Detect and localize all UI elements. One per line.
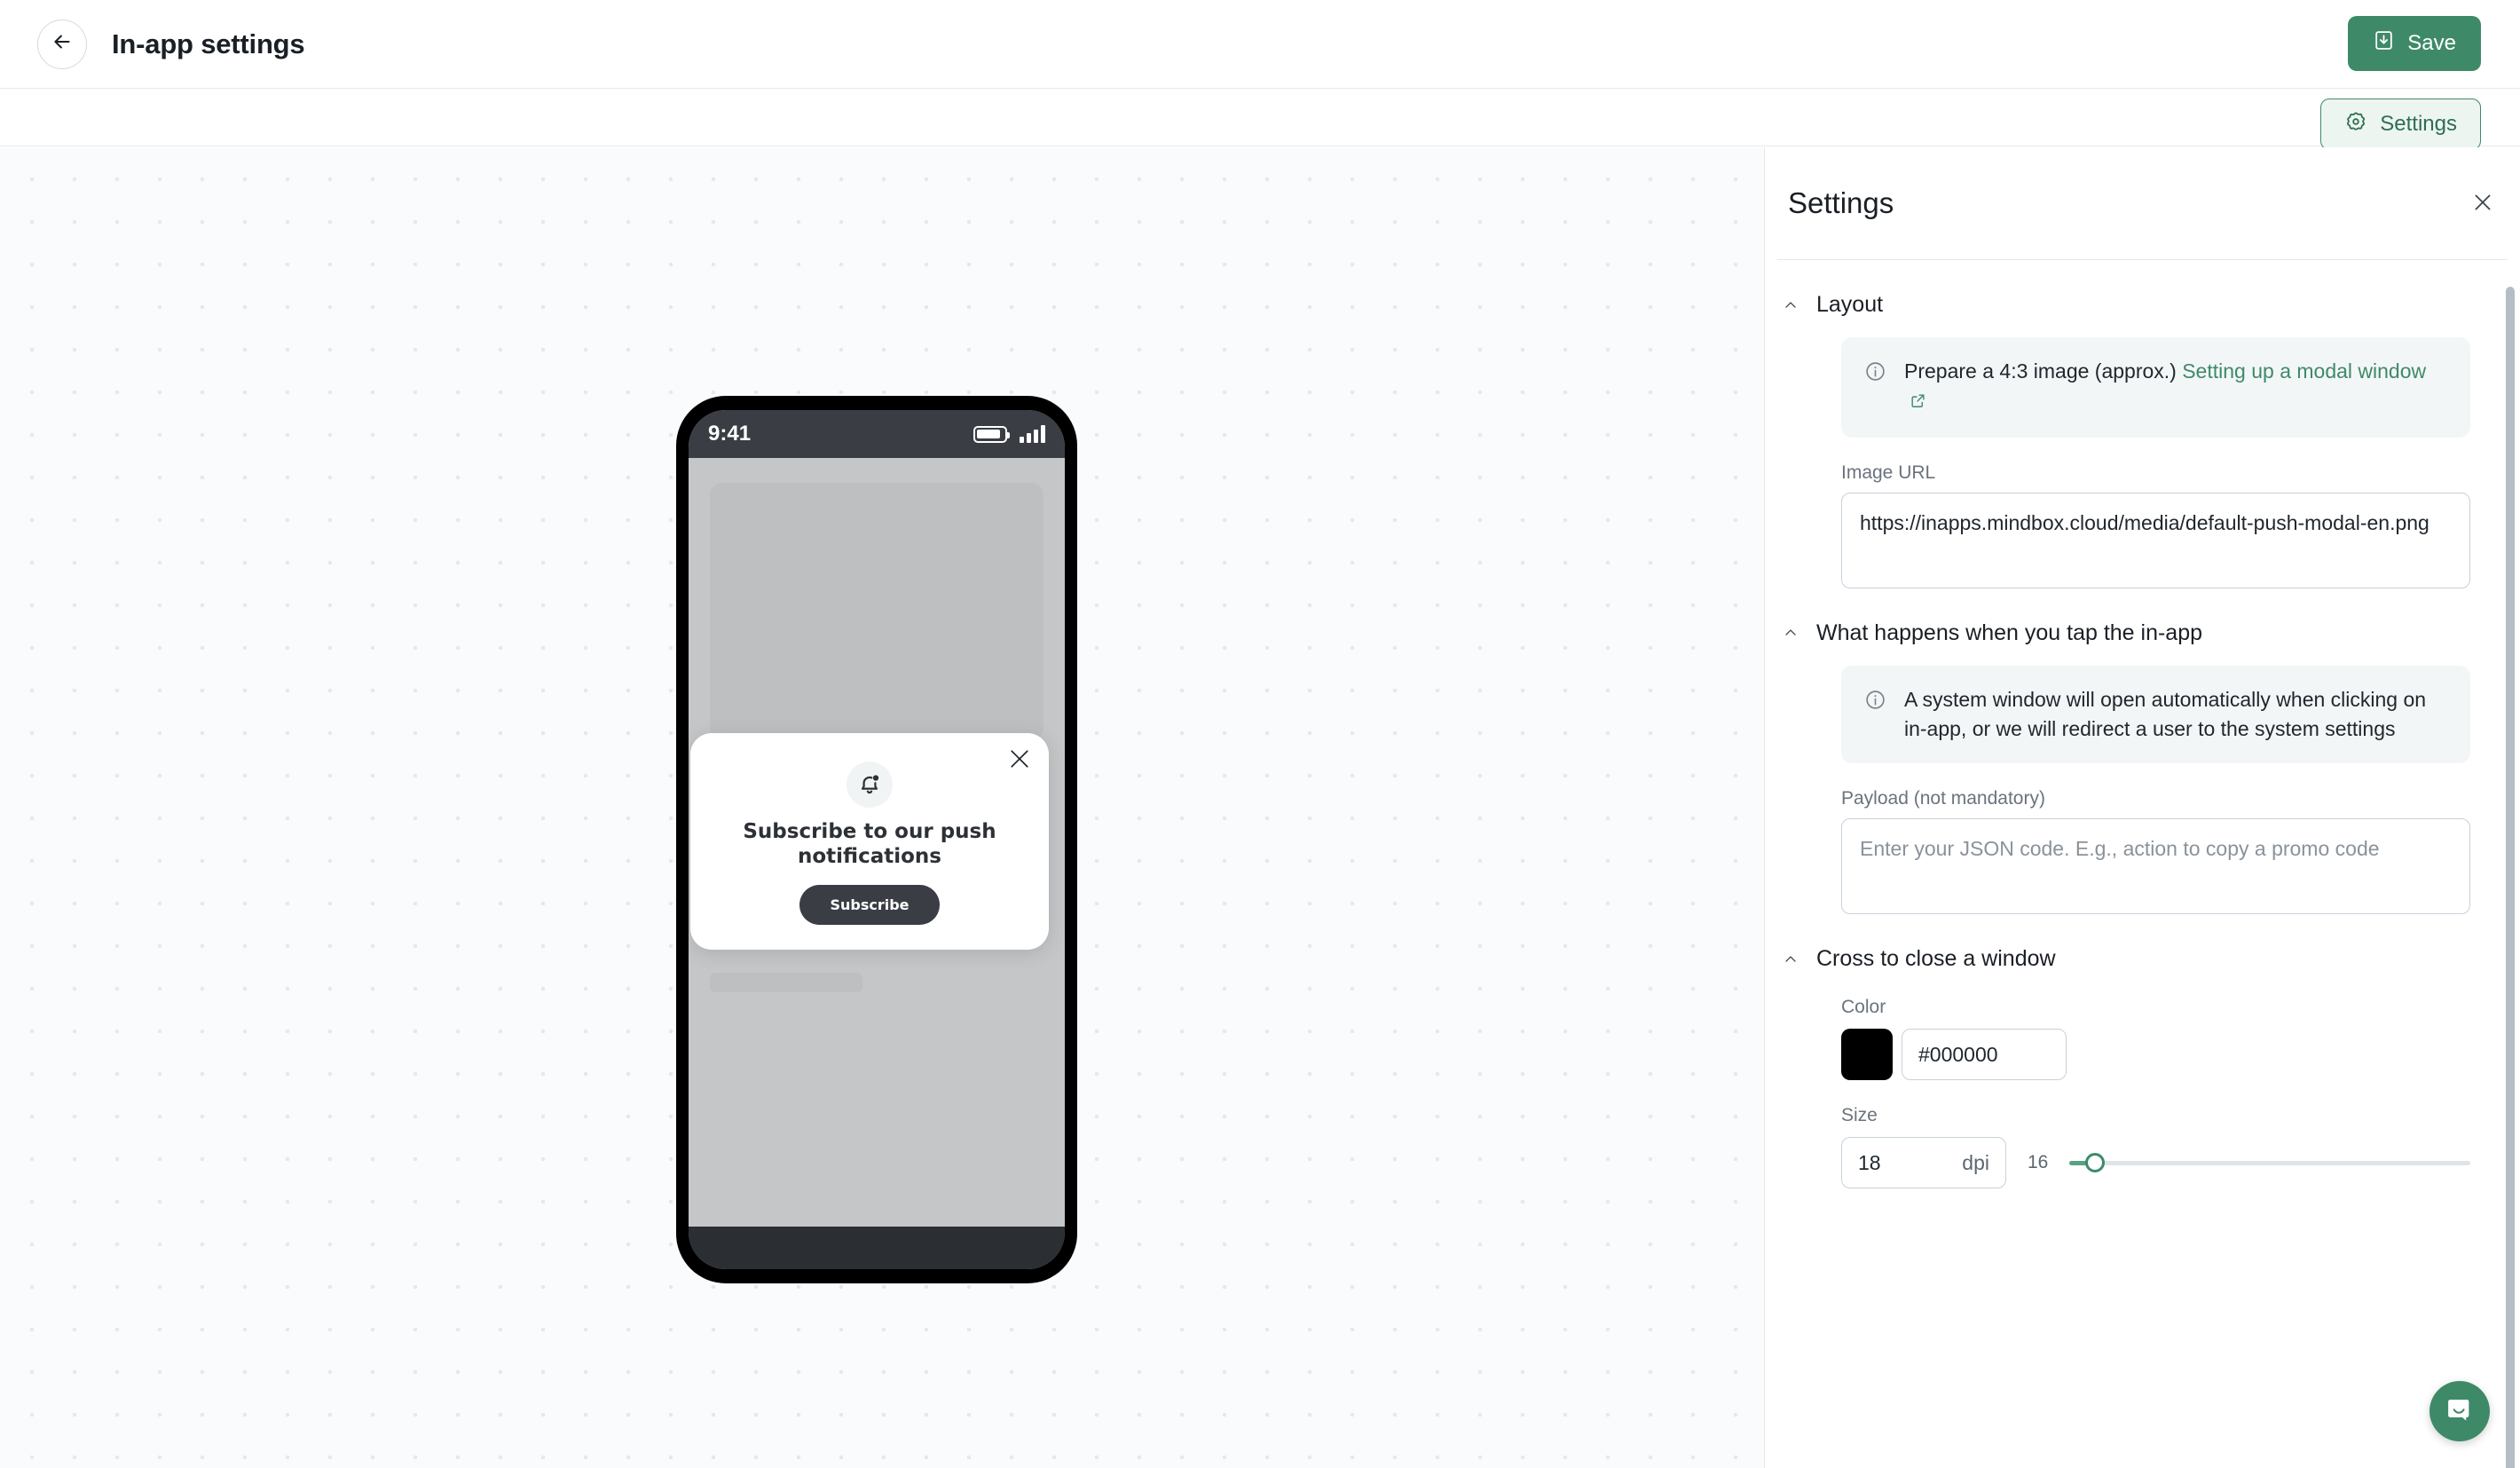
size-slider[interactable] — [2069, 1153, 2470, 1173]
image-url-input[interactable]: https://inapps.mindbox.cloud/media/defau… — [1841, 492, 2470, 588]
placeholder-block-top — [710, 483, 1043, 740]
info-circle-icon — [1864, 360, 1886, 418]
battery-icon — [973, 425, 1010, 443]
field-label: Size — [1841, 1105, 1878, 1126]
status-icons — [973, 425, 1045, 443]
chevron-up-icon — [1781, 623, 1800, 643]
modal-headline: Subscribe to our push notifications — [743, 820, 996, 868]
section-header-layout[interactable]: Layout — [1774, 260, 2497, 318]
page-title: In-app settings — [112, 28, 305, 59]
chat-bubble-icon — [2445, 1394, 2475, 1429]
color-hex-input[interactable]: #000000 — [1902, 1029, 2067, 1081]
section-body-tap-behavior: A system window will open automatically … — [1774, 665, 2497, 915]
field-image-url: Image URL https://inapps.mindbox.cloud/m… — [1841, 462, 2470, 588]
chat-widget-button[interactable] — [2429, 1381, 2490, 1441]
slider-rail — [2069, 1160, 2470, 1165]
external-link-icon — [1910, 388, 1926, 417]
slider-min-label: 16 — [2028, 1152, 2049, 1173]
settings-panel-title: Settings — [1788, 186, 1894, 219]
phone-screen: 9:41 Subscribe to our push notifications… — [689, 410, 1065, 1269]
next-field-cutoff — [1841, 1215, 2470, 1227]
modal-docs-link[interactable]: Setting up a modal window — [2182, 359, 2426, 383]
phone-status-bar: 9:41 — [689, 410, 1065, 458]
close-icon — [2470, 194, 2495, 218]
bell-notification-icon — [847, 762, 893, 808]
size-number-input[interactable]: 18 dpi — [1841, 1137, 2006, 1189]
chevron-up-icon — [1781, 950, 1800, 969]
color-swatch-button[interactable] — [1841, 1029, 1893, 1081]
gear-icon — [2344, 110, 2367, 139]
size-value: 18 — [1858, 1150, 1881, 1174]
phone-mockup: 9:41 Subscribe to our push notifications… — [676, 396, 1077, 1283]
settings-panel-scroll-area[interactable]: Layout Prepare a 4:3 image (approx.) Set… — [1765, 260, 2520, 1468]
color-row: #000000 — [1841, 1029, 2470, 1081]
info-banner-layout: Prepare a 4:3 image (approx.) Setting up… — [1841, 337, 2470, 438]
settings-button-label: Settings — [2380, 112, 2457, 136]
modal-close-button[interactable] — [1006, 746, 1033, 772]
settings-panel-close-button[interactable] — [2470, 190, 2497, 217]
section-header-tap-behavior[interactable]: What happens when you tap the in-app — [1774, 588, 2497, 646]
size-row: 18 dpi 16 — [1841, 1137, 2470, 1189]
modal-cta-button[interactable]: Subscribe — [799, 885, 940, 926]
section-header-cross-to-close[interactable]: Cross to close a window — [1774, 914, 2497, 972]
field-payload: Payload (not mandatory) Enter your JSON … — [1841, 788, 2470, 915]
toolbar: Settings — [0, 90, 2520, 150]
save-icon — [2373, 29, 2395, 58]
back-button[interactable] — [37, 19, 87, 69]
info-circle-icon — [1864, 689, 1886, 745]
phone-content: Subscribe to our push notifications Subs… — [689, 458, 1065, 1227]
slider-thumb[interactable] — [2085, 1153, 2106, 1173]
panel-scrollbar-thumb[interactable] — [2506, 287, 2515, 1468]
preview-canvas[interactable]: 9:41 Subscribe to our push notifications… — [0, 147, 1764, 1468]
section-title: What happens when you tap the in-app — [1816, 620, 2203, 645]
settings-button[interactable]: Settings — [2320, 99, 2481, 150]
save-button-label: Save — [2407, 31, 2456, 55]
phone-home-bar — [689, 1227, 1065, 1269]
save-button[interactable]: Save — [2348, 16, 2481, 71]
settings-panel-header: Settings — [1765, 147, 2520, 259]
arrow-left-icon — [51, 30, 74, 58]
chevron-up-icon — [1781, 296, 1800, 315]
settings-panel: Settings Layout Prepare a 4:3 image (app… — [1764, 147, 2520, 1468]
section-title: Layout — [1816, 292, 1884, 317]
payload-input[interactable]: Enter your JSON code. E.g., action to co… — [1841, 818, 2470, 915]
field-label: Image URL — [1841, 462, 1936, 483]
section-title: Cross to close a window — [1816, 946, 2056, 972]
field-cross-color: Color #000000 — [1841, 997, 2470, 1081]
size-unit-label: dpi — [1962, 1150, 1989, 1174]
top-bar: In-app settings Save — [0, 0, 2520, 89]
info-banner-body: Prepare a 4:3 image (approx.) — [1904, 359, 2183, 383]
section-body-layout: Prepare a 4:3 image (approx.) Setting up… — [1774, 337, 2497, 588]
info-banner-tap-behavior: A system window will open automatically … — [1841, 665, 2470, 764]
inapp-modal-preview[interactable]: Subscribe to our push notifications Subs… — [690, 733, 1049, 951]
section-body-cross-to-close: Color #000000 Size 18 dpi 16 — [1774, 997, 2497, 1227]
placeholder-block-bottom — [710, 973, 862, 992]
close-icon — [1006, 750, 1033, 776]
info-banner-text: A system window will open automatically … — [1904, 687, 2427, 741]
field-label: Payload (not mandatory) — [1841, 788, 2045, 809]
field-label: Color — [1841, 997, 1886, 1018]
field-cross-size: Size 18 dpi 16 — [1841, 1105, 2470, 1189]
signal-bars-icon — [1020, 425, 1045, 443]
status-time: 9:41 — [708, 422, 752, 446]
info-banner-text: Prepare a 4:3 image (approx.) Setting up… — [1904, 357, 2447, 418]
